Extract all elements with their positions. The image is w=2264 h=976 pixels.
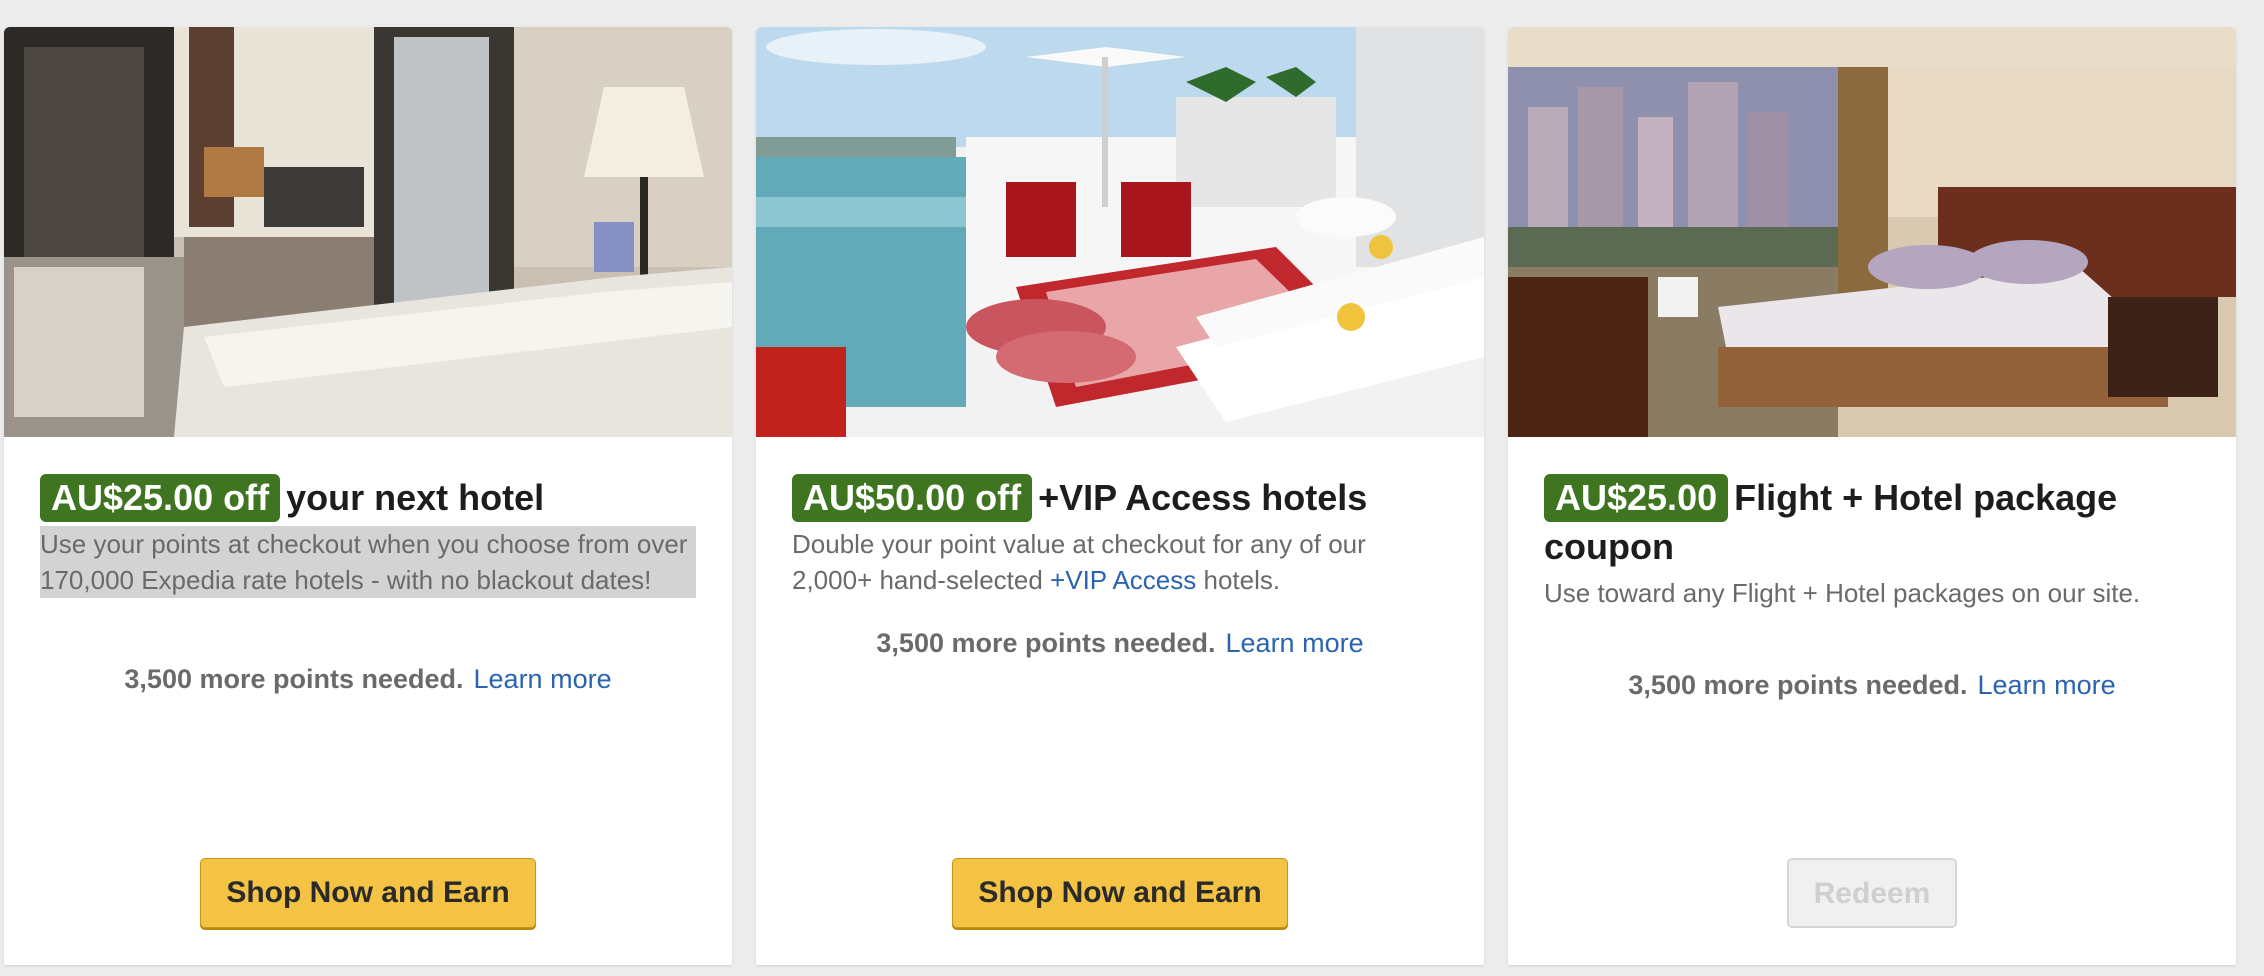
- rewards-card-grid: AU$25.00 off your next hotel Use your poi…: [0, 0, 2264, 976]
- card-description: Double your point value at checkout for …: [792, 526, 1452, 598]
- reward-card-vip-access: AU$50.00 off +VIP Access hotels Double yo…: [756, 27, 1484, 965]
- highlighted-description: Use your points at checkout when you cho…: [40, 526, 696, 598]
- learn-more-link[interactable]: Learn more: [1978, 670, 2116, 700]
- shop-now-and-earn-button[interactable]: Shop Now and Earn: [200, 858, 536, 928]
- discount-badge: AU$25.00 off: [40, 474, 281, 522]
- description-text-end: hotels.: [1196, 565, 1281, 595]
- card-title-text: your next hotel: [286, 477, 545, 518]
- points-needed-text: 3,500 more points needed.: [1628, 670, 1968, 700]
- description-text: Use toward any Flight + Hotel packages o…: [1544, 578, 2141, 608]
- card-body: AU$25.00 Flight + Hotel package coupon Us…: [1544, 473, 2204, 611]
- city-view-bedroom-photo: [1508, 27, 2236, 437]
- card-body: AU$25.00 off your next hotel Use your poi…: [40, 473, 700, 598]
- card-description: Use toward any Flight + Hotel packages o…: [1544, 575, 2204, 611]
- card-title: AU$25.00 off your next hotel: [40, 473, 700, 522]
- vip-access-link[interactable]: +VIP Access: [1050, 565, 1196, 595]
- discount-badge: AU$25.00: [1544, 474, 1729, 522]
- points-status: 3,500 more points needed. Learn more: [1508, 667, 2236, 703]
- points-needed-text: 3,500 more points needed.: [876, 628, 1216, 658]
- discount-badge: AU$50.00 off: [792, 474, 1033, 522]
- learn-more-link[interactable]: Learn more: [1226, 628, 1364, 658]
- points-needed-text: 3,500 more points needed.: [124, 664, 464, 694]
- rooftop-terrace-photo: [756, 27, 1484, 437]
- card-description: Use your points at checkout when you cho…: [40, 526, 700, 598]
- hotel-suite-photo: [4, 27, 732, 437]
- points-status: 3,500 more points needed. Learn more: [4, 661, 732, 697]
- reward-card-flight-hotel: AU$25.00 Flight + Hotel package coupon Us…: [1508, 27, 2236, 965]
- card-title-text: +VIP Access hotels: [1038, 477, 1368, 518]
- redeem-button[interactable]: Redeem: [1787, 858, 1957, 928]
- points-status: 3,500 more points needed. Learn more: [756, 625, 1484, 661]
- card-body: AU$50.00 off +VIP Access hotels Double yo…: [792, 473, 1452, 598]
- shop-now-and-earn-button[interactable]: Shop Now and Earn: [952, 858, 1288, 928]
- card-title: AU$50.00 off +VIP Access hotels: [792, 473, 1452, 522]
- reward-card-hotel-discount: AU$25.00 off your next hotel Use your poi…: [4, 27, 732, 965]
- card-title: AU$25.00 Flight + Hotel package coupon: [1544, 473, 2204, 571]
- learn-more-link[interactable]: Learn more: [474, 664, 612, 694]
